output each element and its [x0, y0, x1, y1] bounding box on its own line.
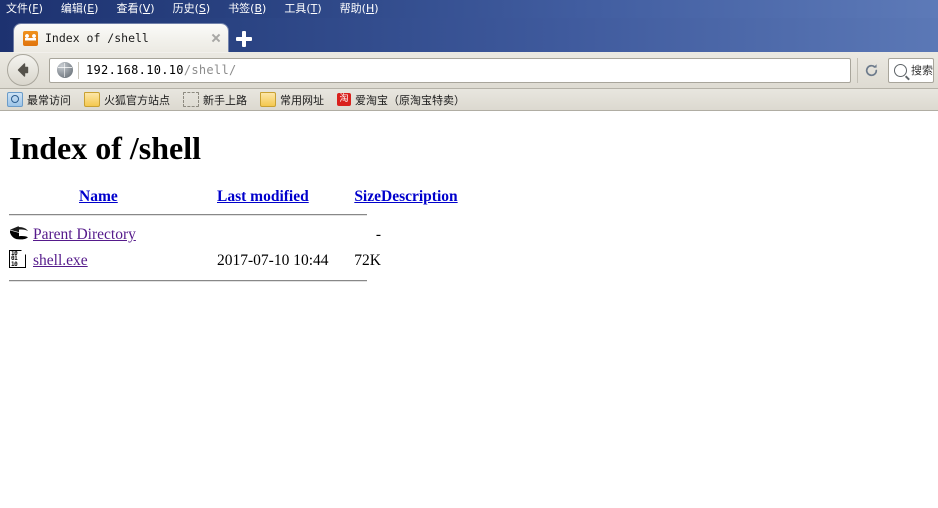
rule-cell-top	[9, 212, 458, 222]
back-arrow-icon	[17, 63, 29, 77]
menu-item-history-label: 历史	[172, 2, 195, 15]
url-host: 192.168.10.10	[86, 63, 184, 77]
link-shell-exe[interactable]: shell.exe	[33, 252, 88, 269]
tab-index-of-shell[interactable]: Index of /shell	[14, 24, 228, 52]
menu-item-bookmarks-label: 书签	[228, 2, 251, 15]
bookmark-most-visited[interactable]: 最常访问	[7, 92, 71, 108]
bookmark-taobao-label: 爱淘宝（原淘宝特卖）	[355, 93, 465, 107]
menu-item-help[interactable]: 帮助(H)	[340, 0, 387, 18]
bookmark-most-visited-label: 最常访问	[27, 93, 71, 107]
reload-icon	[865, 63, 877, 76]
search-icon	[894, 63, 907, 77]
url-bar[interactable]: 192.168.10.10/shell/	[49, 57, 851, 83]
menu-item-view-accel: V	[142, 2, 151, 15]
url-separator	[78, 61, 79, 79]
sort-by-name-link[interactable]: Name	[79, 188, 118, 205]
parent-directory-icon	[9, 224, 29, 241]
page-title: Index of /shell	[9, 130, 202, 166]
bookmark-firefox-official[interactable]: 火狐官方站点	[84, 92, 170, 108]
binary-file-icon: 10 01 10	[9, 249, 26, 268]
row-date-cell: 2017-07-10 10:44	[217, 252, 329, 270]
menu-item-help-label: 帮助	[339, 2, 362, 15]
header-size-cell: Size	[339, 188, 381, 212]
horizontal-rule-bottom	[9, 280, 367, 283]
menu-item-help-accel: H	[365, 2, 375, 15]
menu-item-tools-accel: T	[310, 2, 318, 15]
bookmark-getting-started[interactable]: 新手上路	[183, 92, 247, 108]
dashed-folder-icon	[183, 92, 199, 107]
new-tab-button[interactable]	[232, 28, 256, 50]
most-visited-icon	[7, 92, 23, 107]
menu-item-edit-accel: E	[87, 2, 95, 15]
header-description-cell: Description	[381, 188, 458, 212]
header-icon-cell	[9, 188, 33, 212]
taobao-icon: 淘	[337, 93, 351, 106]
table-row[interactable]: 10 01 10 shell.exe 2017-07-10 10:44 72K	[9, 248, 458, 274]
row-size-cell: -	[375, 226, 381, 244]
menu-bar: 文件(F) 编辑(E) 查看(V) 历史(S) 书签(B) 工具(T) 帮助(H…	[0, 0, 938, 18]
menu-item-bookmarks[interactable]: 书签(B)	[228, 0, 274, 18]
tab-title: Index of /shell	[45, 31, 149, 45]
menu-item-edit-label: 编辑	[60, 2, 83, 15]
sort-by-last-modified-link[interactable]: Last modified	[217, 188, 309, 205]
bookmark-getting-started-label: 新手上路	[203, 93, 247, 107]
row-description-cell	[381, 248, 458, 274]
menu-item-file[interactable]: 文件(F)	[6, 0, 51, 18]
rule-cell-bottom	[9, 274, 458, 283]
close-icon[interactable]	[208, 30, 224, 46]
menu-item-file-accel: F	[32, 2, 39, 15]
reload-button[interactable]	[857, 57, 884, 83]
horizontal-rule-top	[9, 214, 367, 217]
row-icon-cell: 10 01 10	[9, 248, 33, 274]
globe-icon	[57, 62, 73, 78]
search-input[interactable]: 搜索	[911, 62, 933, 78]
back-arrow-glyph	[10, 226, 28, 240]
row-icon-cell	[9, 222, 33, 248]
menu-item-file-label: 文件	[6, 2, 28, 15]
menu-item-edit[interactable]: 编辑(E)	[61, 0, 107, 18]
table-rule-bottom	[9, 274, 458, 283]
directory-listing: Name Last modified Size Description Pare…	[9, 188, 938, 283]
directory-table: Name Last modified Size Description Pare…	[9, 188, 458, 283]
row-description-cell	[381, 222, 458, 248]
url-input[interactable]: 192.168.10.10/shell/	[86, 63, 237, 77]
table-header-row: Name Last modified Size Description	[9, 188, 458, 212]
row-size-cell: 72K	[354, 252, 381, 270]
row-date-cell	[217, 222, 339, 248]
row-name-cell: Parent Directory	[33, 222, 217, 248]
sort-by-description-link[interactable]: Description	[381, 188, 458, 205]
page-content: Index of /shell Name Last modified Size …	[0, 111, 938, 503]
bookmark-firefox-official-label: 火狐官方站点	[104, 93, 170, 107]
menu-item-history[interactable]: 历史(S)	[173, 0, 219, 18]
header-date-cell: Last modified	[217, 188, 339, 212]
link-parent-directory[interactable]: Parent Directory	[33, 226, 136, 243]
back-button[interactable]	[7, 54, 39, 86]
header-name-cell: Name	[33, 188, 217, 212]
menu-item-view-label: 查看	[116, 2, 139, 15]
search-box[interactable]: 搜索	[888, 57, 934, 83]
menu-item-tools-label: 工具	[284, 2, 307, 15]
tab-strip: Index of /shell	[0, 18, 938, 52]
menu-item-tools[interactable]: 工具(T)	[284, 0, 329, 18]
folder-icon	[84, 92, 100, 107]
menu-item-history-accel: S	[198, 2, 206, 15]
folder-icon	[260, 92, 276, 107]
table-rule-top	[9, 212, 458, 222]
menu-item-view[interactable]: 查看(V)	[116, 0, 162, 18]
binary-icon-digits: 10 01 10	[11, 249, 18, 268]
firefox-favicon-icon	[23, 30, 38, 46]
bookmark-common-sites-label: 常用网址	[280, 93, 324, 107]
bookmark-taobao[interactable]: 淘 爱淘宝（原淘宝特卖）	[337, 92, 465, 108]
menu-item-bookmarks-accel: B	[254, 2, 263, 15]
bookmarks-bar: 最常访问 火狐官方站点 新手上路 常用网址 淘 爱淘宝（原淘宝特卖）	[0, 89, 938, 111]
sort-by-size-link[interactable]: Size	[354, 188, 381, 205]
url-path: /shell/	[183, 63, 237, 77]
binary-icon-fold	[21, 249, 26, 255]
table-row[interactable]: Parent Directory -	[9, 222, 458, 248]
navigation-toolbar: 192.168.10.10/shell/ 搜索	[0, 52, 938, 89]
bookmark-common-sites[interactable]: 常用网址	[260, 92, 324, 108]
row-name-cell: shell.exe	[33, 248, 217, 274]
